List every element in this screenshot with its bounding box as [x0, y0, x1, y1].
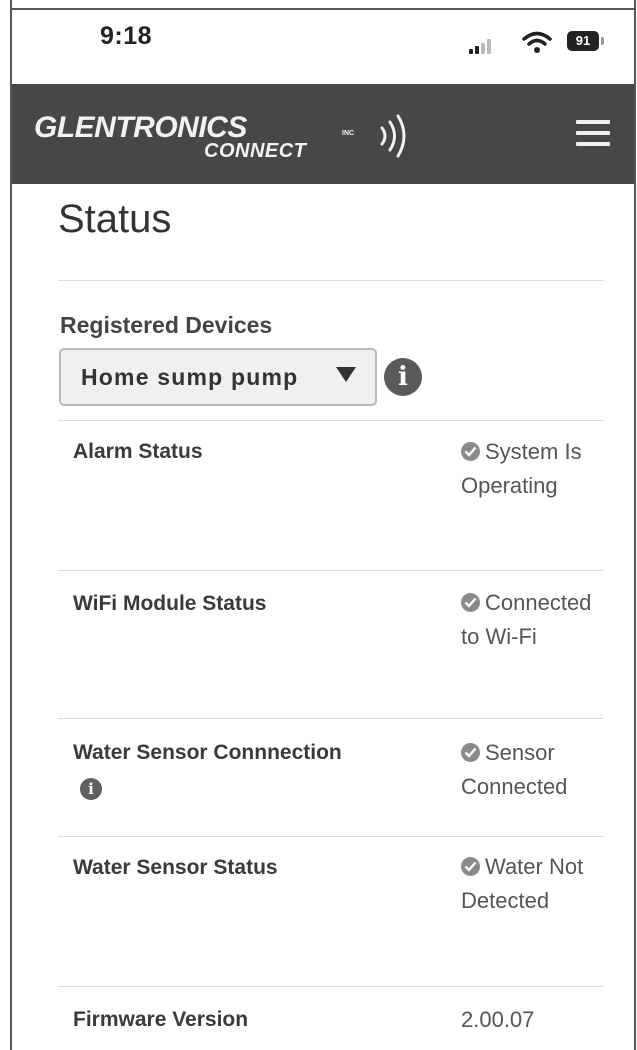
app-header: GLENTRONICS INC CONNECT [12, 84, 634, 184]
screenshot-border-right [634, 0, 636, 1050]
page-title: Status [58, 197, 172, 241]
check-circle-icon [461, 857, 480, 876]
alarm-status-value: System Is Operating [461, 435, 582, 503]
wifi-module-status-label: WiFi Module Status [73, 592, 267, 615]
divider [58, 570, 604, 571]
dropdown-arrow-icon [336, 367, 356, 382]
info-icon[interactable]: i [80, 778, 102, 800]
device-select-value: Home sump pump [81, 364, 299, 390]
signal-icon [469, 38, 509, 54]
registered-devices-label: Registered Devices [60, 312, 273, 338]
alarm-status-label: Alarm Status [73, 440, 203, 463]
hamburger-menu-icon[interactable] [576, 120, 610, 148]
check-circle-icon [461, 442, 480, 461]
status-time: 9:18 [100, 22, 153, 50]
water-sensor-status-value-line1: Water Not [485, 854, 584, 879]
water-sensor-connection-label: Water Sensor Connnection [73, 741, 342, 764]
status-bar: 9:18 91 [12, 10, 634, 84]
divider [58, 280, 604, 281]
wireless-waves-icon [380, 114, 406, 158]
water-sensor-status-value-line2: Detected [461, 888, 550, 913]
divider [58, 836, 604, 837]
alarm-status-value-line1: System Is [485, 439, 582, 464]
logo-text-inc: INC [342, 130, 355, 137]
firmware-version-value: 2.00.07 [461, 1007, 535, 1032]
divider [58, 420, 604, 421]
battery-nub [601, 37, 604, 45]
battery-icon: 91 [567, 31, 599, 51]
alarm-status-value-line2: Operating [461, 473, 558, 498]
wifi-module-status-value-line2: to Wi-Fi [461, 624, 537, 649]
wifi-module-status-value-line1: Connected [485, 590, 592, 615]
water-sensor-connection-value-line2: Connected [461, 774, 568, 799]
check-circle-icon [461, 593, 480, 612]
wifi-module-status-value: Connected to Wi-Fi [461, 586, 591, 654]
logo-text-connect: CONNECT [204, 140, 307, 162]
divider [58, 986, 604, 987]
divider [58, 718, 604, 719]
water-sensor-status-value: Water Not Detected [461, 850, 583, 918]
check-circle-icon [461, 743, 480, 762]
info-icon[interactable]: i [384, 358, 422, 396]
water-sensor-status-label: Water Sensor Status [73, 856, 278, 879]
device-select-dropdown[interactable]: Home sump pump [59, 348, 377, 406]
water-sensor-connection-value: Sensor Connected [461, 736, 567, 804]
water-sensor-connection-value-line1: Sensor [485, 740, 555, 765]
firmware-version-label: Firmware Version [73, 1008, 249, 1031]
wifi-icon [522, 31, 552, 53]
